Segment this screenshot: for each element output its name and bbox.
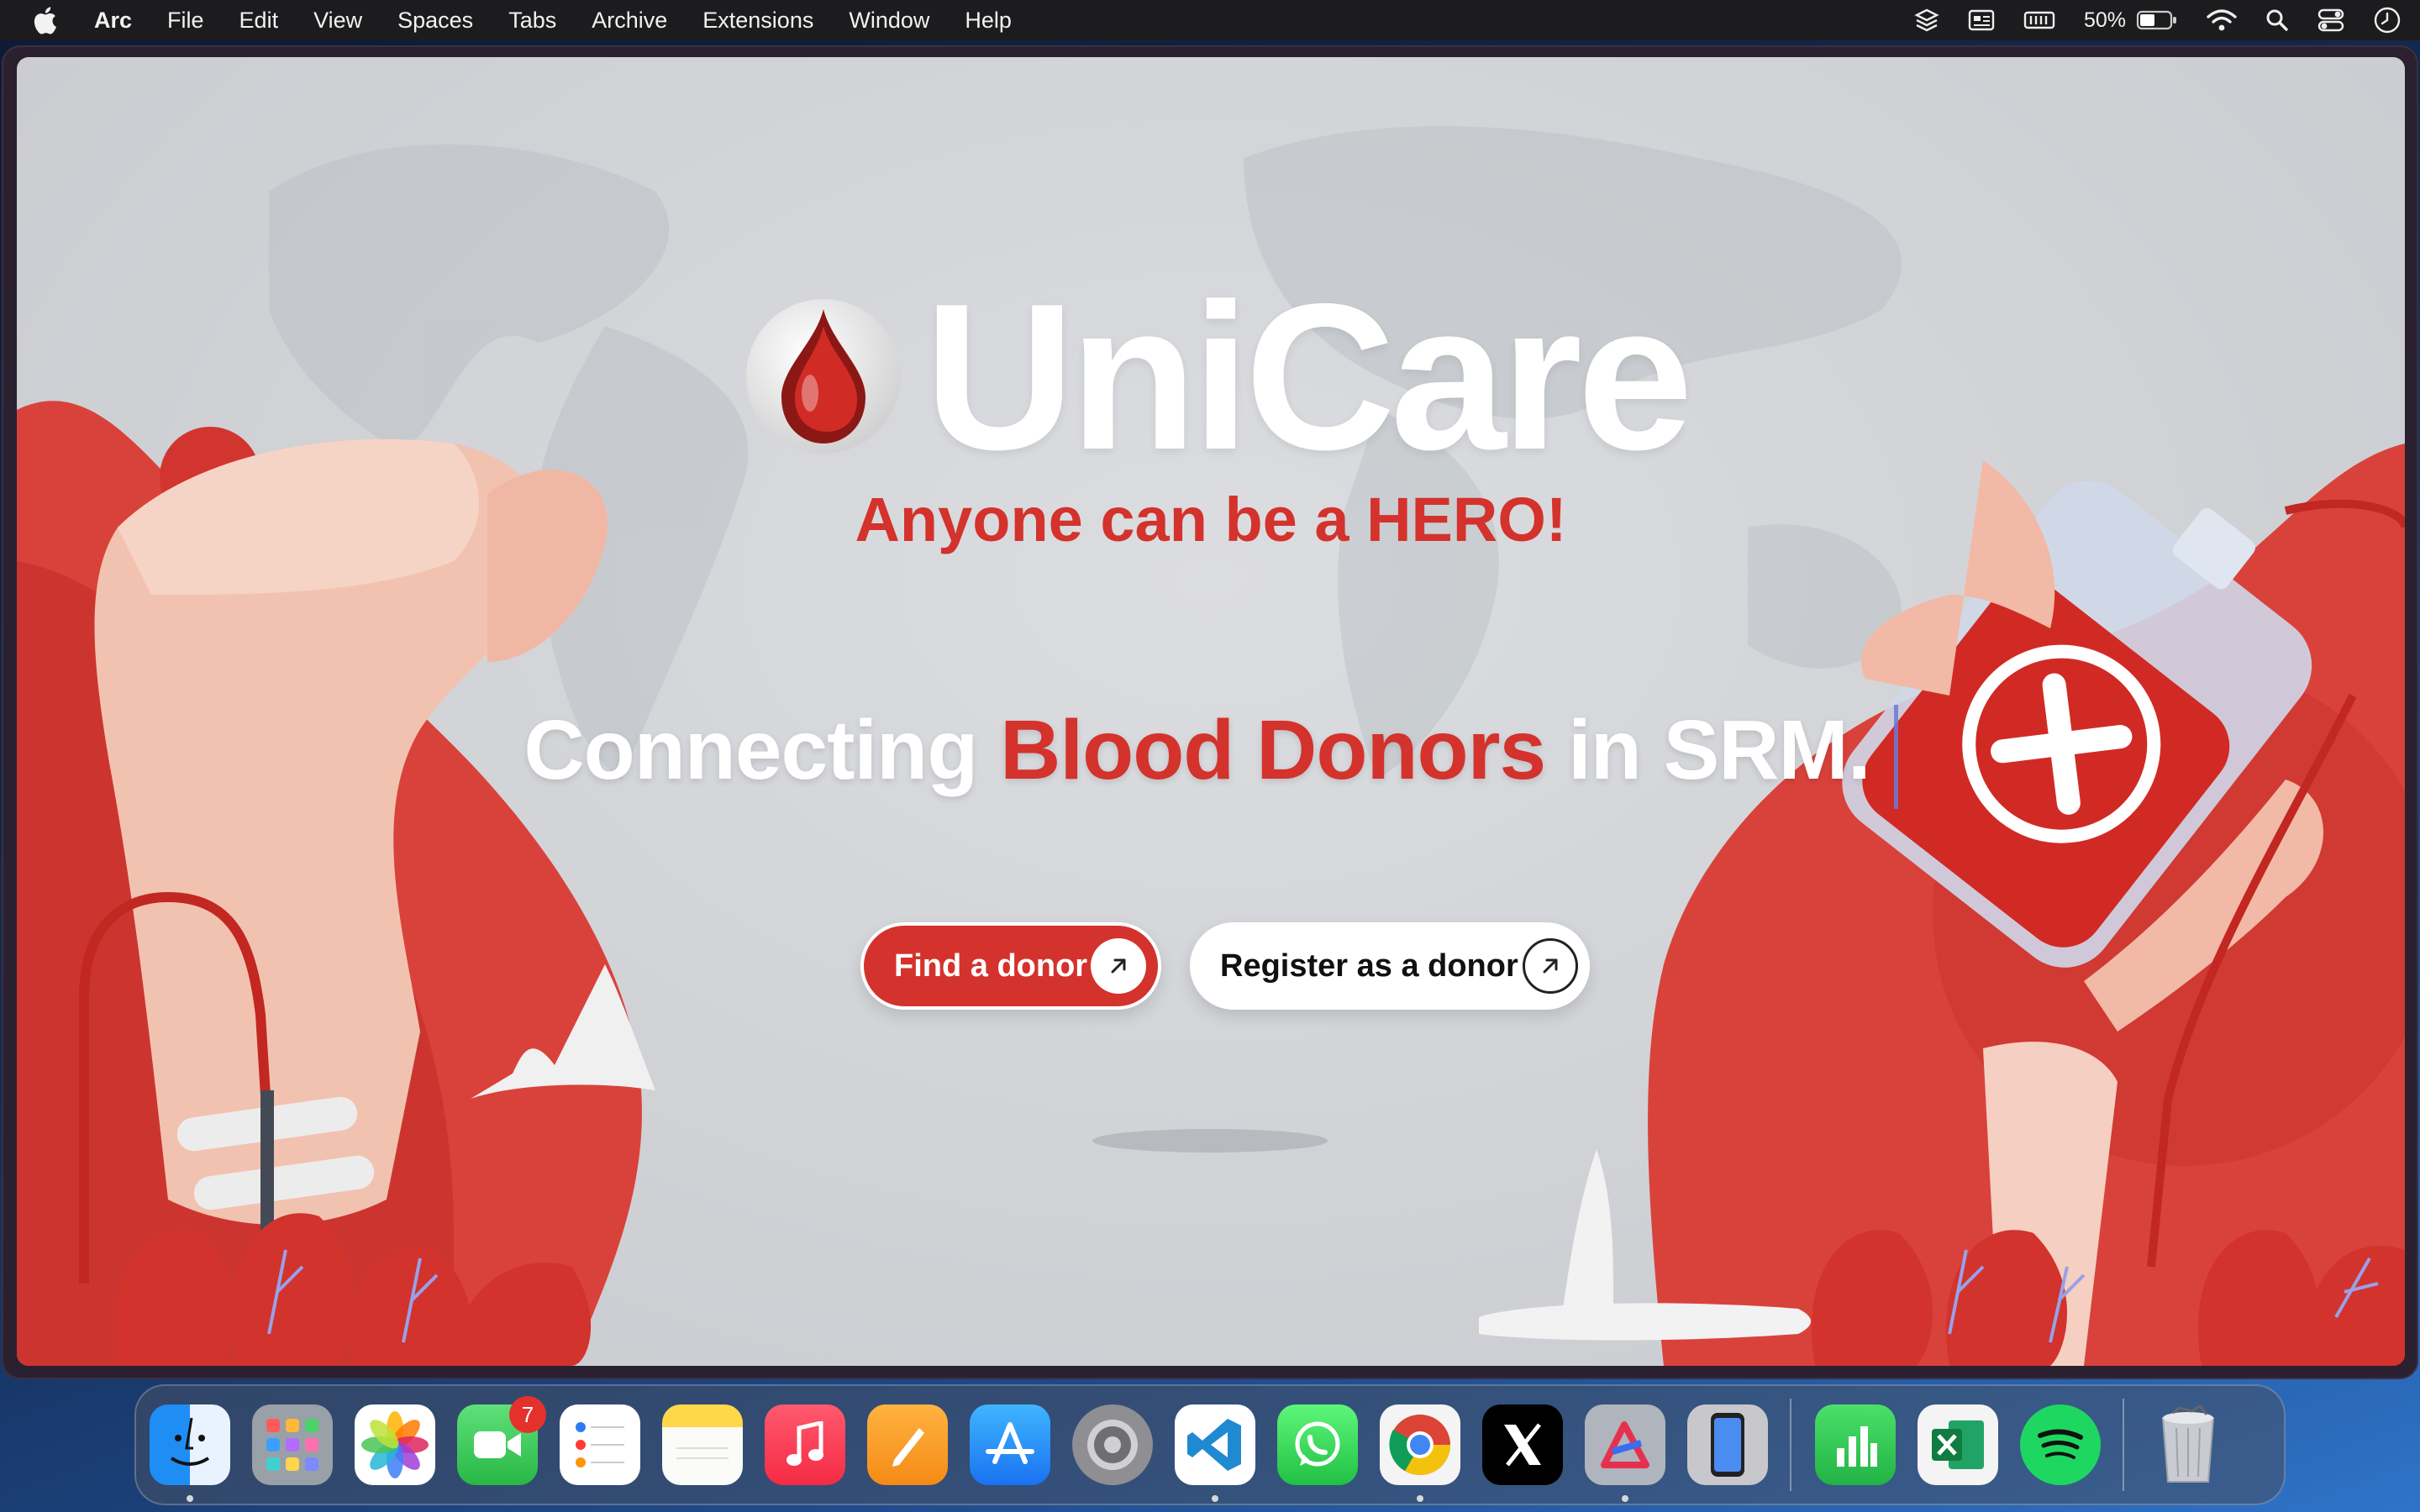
- arrow-up-right-icon: [1523, 938, 1578, 994]
- wifi-icon[interactable]: [2207, 0, 2237, 40]
- finder-icon[interactable]: [150, 1404, 230, 1502]
- register-donor-label: Register as a donor: [1220, 948, 1518, 984]
- register-donor-button[interactable]: Register as a donor: [1190, 922, 1590, 1010]
- reminders-icon[interactable]: [560, 1404, 640, 1485]
- menu-archive[interactable]: Archive: [592, 8, 667, 34]
- tagline: Anyone can be a HERO!: [855, 485, 1567, 554]
- x-icon[interactable]: [1482, 1404, 1563, 1485]
- headline-part2: in SRM.: [1545, 703, 1871, 797]
- menu-file[interactable]: File: [167, 8, 204, 34]
- menu-view[interactable]: View: [313, 8, 362, 34]
- running-indicator: [1417, 1495, 1423, 1502]
- layers-icon[interactable]: [1914, 0, 1939, 40]
- headline-part1: Connecting: [523, 703, 1001, 797]
- find-donor-label: Find a donor: [894, 948, 1088, 984]
- typing-caret: [1893, 704, 1898, 809]
- brand-logo-row: UniCare: [739, 250, 1731, 502]
- control-center-icon[interactable]: [2317, 0, 2344, 40]
- battery-percent: 50%: [2083, 8, 2126, 32]
- dock-separator: [1790, 1399, 1791, 1491]
- affinity-icon[interactable]: [1585, 1404, 1665, 1502]
- clock-icon[interactable]: [2373, 0, 2402, 40]
- memory-icon[interactable]: [2023, 0, 2055, 40]
- menu-spaces[interactable]: Spaces: [397, 8, 473, 34]
- dock: 7: [134, 1384, 2286, 1505]
- iphone-mirroring-icon[interactable]: [1687, 1404, 1768, 1485]
- news-icon[interactable]: [1968, 0, 1995, 40]
- arc-browser-window: UniCare Anyone can be a HERO! Connecting…: [2, 45, 2418, 1379]
- battery-icon[interactable]: [2136, 0, 2178, 40]
- running-indicator: [1212, 1495, 1218, 1502]
- brand-name: UniCare: [924, 260, 1693, 493]
- photos-icon[interactable]: [355, 1404, 435, 1485]
- whatsapp-icon[interactable]: [1277, 1404, 1358, 1485]
- blood-drop-logo-icon: [746, 299, 901, 454]
- find-donor-button[interactable]: Find a donor: [860, 922, 1161, 1010]
- arrow-up-right-icon: [1091, 938, 1146, 994]
- numbers-icon[interactable]: [1815, 1404, 1896, 1485]
- menu-tabs[interactable]: Tabs: [508, 8, 556, 34]
- search-icon[interactable]: [2265, 0, 2289, 40]
- notes-icon[interactable]: [662, 1404, 743, 1485]
- excel-icon[interactable]: [1918, 1404, 1998, 1485]
- menu-extensions[interactable]: Extensions: [702, 8, 813, 34]
- webpage-viewport: UniCare Anyone can be a HERO! Connecting…: [17, 57, 2405, 1366]
- notification-badge: 7: [509, 1396, 546, 1433]
- cta-row: Find a donor Register as a donor: [860, 922, 1590, 1010]
- system-settings-icon[interactable]: [1072, 1404, 1153, 1485]
- menu-help[interactable]: Help: [965, 8, 1012, 34]
- menu-window[interactable]: Window: [849, 8, 929, 34]
- app-store-icon[interactable]: [970, 1404, 1050, 1485]
- menu-edit[interactable]: Edit: [239, 8, 279, 34]
- running-indicator: [187, 1495, 193, 1502]
- spotify-icon[interactable]: [2020, 1404, 2101, 1485]
- menu-bar: Arc File Edit View Spaces Tabs Archive E…: [0, 0, 2420, 40]
- trash-icon[interactable]: [2148, 1404, 2228, 1485]
- facetime-icon[interactable]: 7: [457, 1396, 546, 1485]
- music-icon[interactable]: [765, 1404, 845, 1485]
- vscode-icon[interactable]: [1175, 1404, 1255, 1502]
- headline-accent: Blood Donors: [1000, 703, 1546, 797]
- chrome-icon[interactable]: [1380, 1404, 1460, 1502]
- pages-icon[interactable]: [867, 1404, 948, 1485]
- dock-separator: [2123, 1399, 2124, 1491]
- headline: Connecting Blood Donors in SRM.: [17, 702, 2405, 809]
- launchpad-icon[interactable]: [252, 1404, 333, 1485]
- menu-app-name[interactable]: Arc: [94, 8, 132, 34]
- apple-menu-icon[interactable]: [32, 4, 60, 36]
- running-indicator: [1622, 1495, 1628, 1502]
